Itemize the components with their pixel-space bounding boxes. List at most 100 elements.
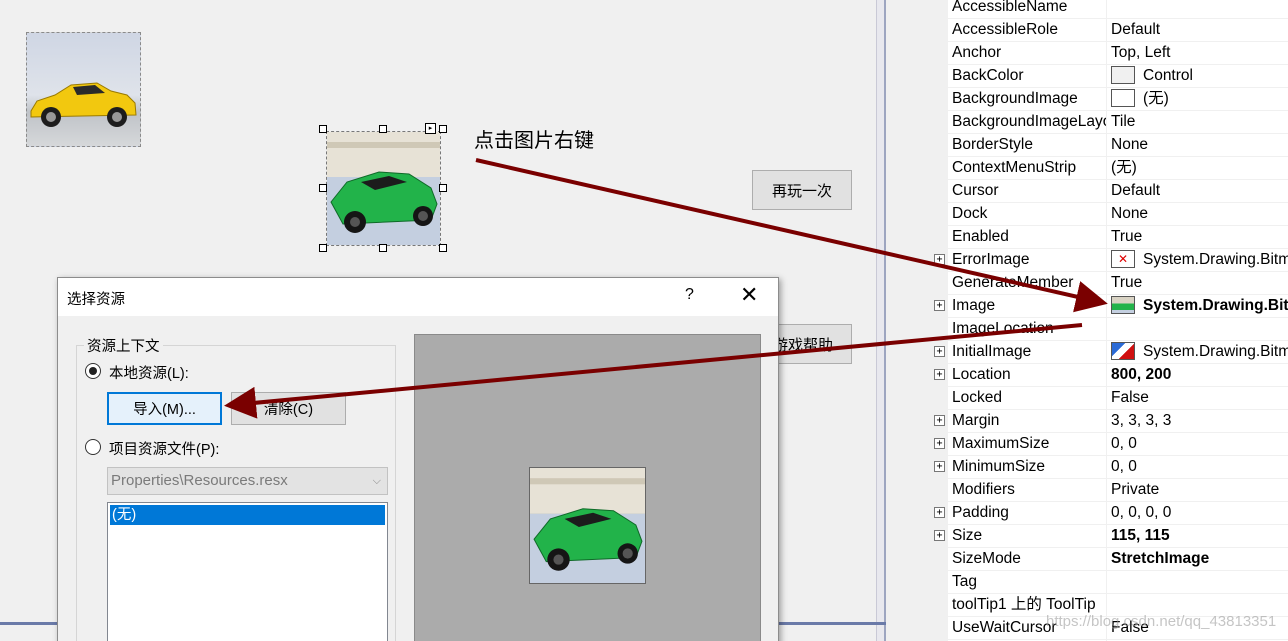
expand-icon[interactable]: + [934,507,945,518]
property-row[interactable]: + Margin 3, 3, 3, 3 [930,410,1288,433]
property-value[interactable] [1111,318,1288,340]
property-value[interactable]: 3, 3, 3, 3 [1111,410,1288,432]
property-row[interactable]: + MinimumSize 0, 0 [930,456,1288,479]
resize-handle[interactable] [379,125,387,133]
property-row[interactable]: Locked False [930,387,1288,410]
smart-tag-icon[interactable]: ▸ [425,123,436,134]
resource-list[interactable]: (无) [107,502,388,641]
property-row[interactable]: BorderStyle None [930,134,1288,157]
game-help-button[interactable]: 游戏帮助 [770,324,852,364]
resize-handle[interactable] [319,125,327,133]
picturebox-green-car[interactable] [326,131,441,246]
property-value[interactable]: 0, 0 [1111,456,1288,478]
property-row[interactable]: Enabled True [930,226,1288,249]
designer-scrollbar[interactable] [876,0,886,641]
resize-handle[interactable] [439,244,447,252]
property-row[interactable]: GenerateMember True [930,272,1288,295]
property-value[interactable]: None [1111,134,1288,156]
resize-handle[interactable] [439,184,447,192]
list-item-selected[interactable]: (无) [110,505,385,525]
property-row[interactable]: + InitialImage System.Drawing.Bitmap [930,341,1288,364]
expand-icon[interactable]: + [934,369,945,380]
close-icon[interactable]: ✕ [740,282,758,308]
property-value-text: Top, Left [1111,44,1171,61]
import-button[interactable]: 导入(M)... [107,392,222,425]
expand-icon[interactable]: + [934,254,945,265]
resize-handle[interactable] [439,125,447,133]
property-row[interactable]: AccessibleName [930,0,1288,19]
property-value[interactable] [1111,571,1288,593]
property-value[interactable]: Default [1111,180,1288,202]
picturebox-yellow-car[interactable] [26,32,141,147]
property-value[interactable]: ✕ System.Drawing.Bitmap [1111,249,1288,271]
property-value[interactable]: False [1111,387,1288,409]
property-value[interactable]: 0, 0 [1111,433,1288,455]
property-value[interactable]: System.Drawing.Bitmap [1111,295,1288,317]
property-row[interactable]: Cursor Default [930,180,1288,203]
property-value[interactable]: Default [1111,19,1288,41]
property-value-text: Default [1111,21,1161,38]
property-row[interactable]: AccessibleRole Default [930,19,1288,42]
property-row[interactable]: SizeMode StretchImage [930,548,1288,571]
property-value[interactable]: 800, 200 [1111,364,1288,386]
property-value[interactable]: True [1111,226,1288,248]
property-value-text: 115, 115 [1111,527,1170,544]
property-name: ImageLocation [952,320,1054,337]
property-value[interactable]: (无) [1111,88,1288,110]
resx-file-select[interactable]: Properties\Resources.resx ⌵ [107,467,388,495]
property-value[interactable]: True [1111,272,1288,294]
clear-button[interactable]: 清除(C) [231,392,346,425]
property-value[interactable]: System.Drawing.Bitmap [1111,341,1288,363]
property-row[interactable]: + Padding 0, 0, 0, 0 [930,502,1288,525]
property-value[interactable]: StretchImage [1111,548,1288,570]
property-grid[interactable]: AccessibleName AccessibleRole Default Ancho… [930,0,1288,641]
resize-handle[interactable] [319,244,327,252]
expand-icon[interactable]: + [934,530,945,541]
property-row[interactable]: Modifiers Private [930,479,1288,502]
property-value[interactable]: Top, Left [1111,42,1288,64]
property-value[interactable]: Tile [1111,111,1288,133]
property-value-text: (无) [1111,159,1137,176]
help-icon[interactable]: ? [685,286,694,304]
property-value[interactable]: 0, 0, 0, 0 [1111,502,1288,524]
property-row[interactable]: + Location 800, 200 [930,364,1288,387]
expand-icon[interactable]: + [934,438,945,449]
watermark-text: https://blog.csdn.net/qq_43813351 [1046,613,1277,630]
property-row[interactable]: + MaximumSize 0, 0 [930,433,1288,456]
color-swatch [1111,88,1135,107]
property-row[interactable]: ContextMenuStrip (无) [930,157,1288,180]
property-name: Tag [952,573,977,590]
property-name: Cursor [952,182,999,199]
property-value[interactable]: None [1111,203,1288,225]
resize-handle[interactable] [319,184,327,192]
local-resource-radio[interactable] [85,363,101,379]
property-row[interactable]: BackgroundImage (无) [930,88,1288,111]
property-row[interactable]: ImageLocation [930,318,1288,341]
project-resource-radio[interactable] [85,439,101,455]
expand-icon[interactable]: + [934,346,945,357]
replay-button[interactable]: 再玩一次 [752,170,852,210]
property-value[interactable]: (无) [1111,157,1288,179]
property-value-text: Private [1111,481,1160,498]
property-row[interactable]: Anchor Top, Left [930,42,1288,65]
dialog-titlebar[interactable]: 选择资源 ? ✕ [58,278,778,316]
property-value[interactable]: Private [1111,479,1288,501]
property-row[interactable]: + ErrorImage ✕ System.Drawing.Bitmap [930,249,1288,272]
property-value[interactable]: Control [1111,65,1288,87]
property-value[interactable]: 115, 115 [1111,525,1288,547]
property-row[interactable]: + Image System.Drawing.Bitmap [930,295,1288,318]
expand-icon[interactable]: + [934,300,945,311]
expand-icon[interactable]: + [934,415,945,426]
property-value[interactable] [1111,0,1288,18]
property-row[interactable]: BackgroundImageLayout Tile [930,111,1288,134]
property-row[interactable]: + Size 115, 115 [930,525,1288,548]
property-row[interactable]: Dock None [930,203,1288,226]
preview-image [529,467,646,584]
expand-icon[interactable]: + [934,461,945,472]
property-row[interactable]: Tag [930,571,1288,594]
property-name: ContextMenuStrip [952,159,1077,176]
resize-handle[interactable] [379,244,387,252]
property-name: Margin [952,412,1000,429]
property-row[interactable]: BackColor Control [930,65,1288,88]
dialog-title: 选择资源 [67,292,125,308]
